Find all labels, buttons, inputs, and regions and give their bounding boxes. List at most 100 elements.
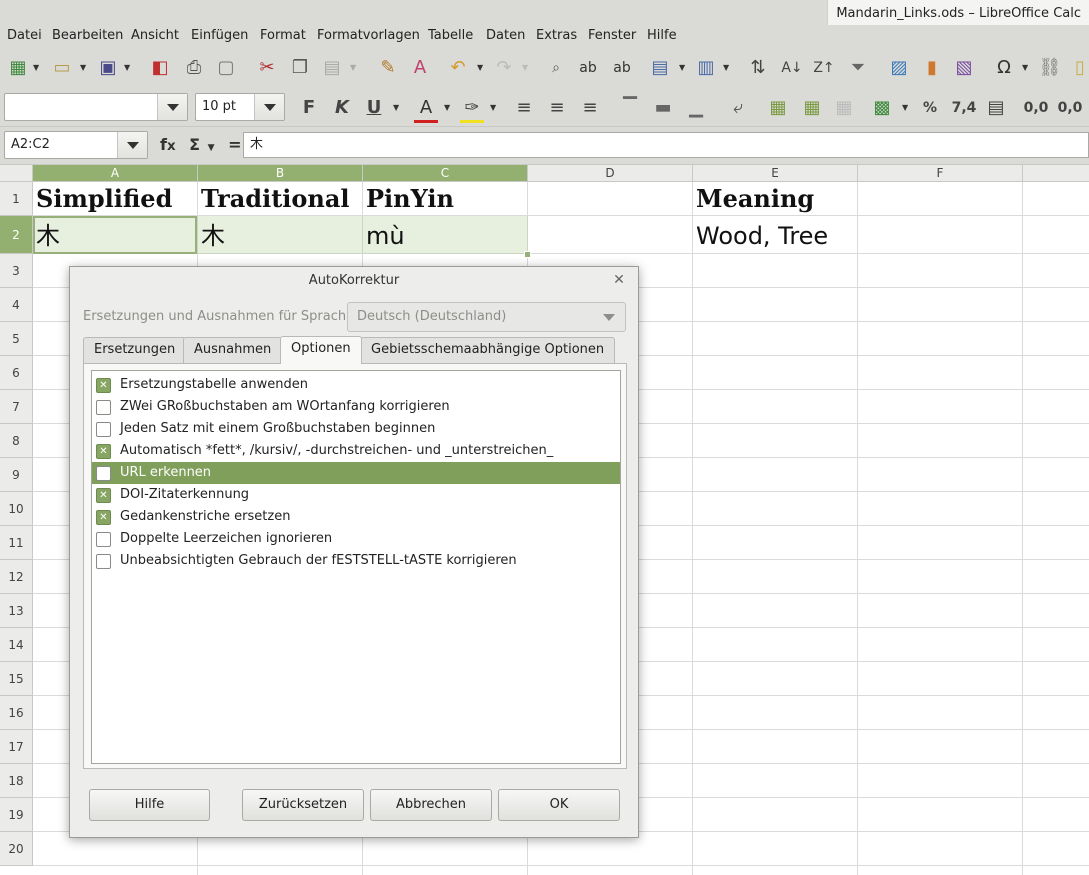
- export-pdf-icon[interactable]: ◧: [148, 56, 172, 80]
- row-header[interactable]: 15: [0, 662, 33, 696]
- currency-format-icon[interactable]: ▩: [870, 96, 894, 120]
- undo-icon[interactable]: ↶: [446, 56, 470, 80]
- checkbox-unchecked[interactable]: [96, 466, 111, 481]
- bold-icon[interactable]: F: [297, 96, 321, 120]
- checkbox-checked[interactable]: [96, 375, 111, 397]
- column-header-d[interactable]: D: [528, 165, 693, 182]
- delete-decimal-icon[interactable]: 0,0: [1056, 96, 1084, 120]
- menu-datei[interactable]: Datei: [7, 25, 42, 47]
- align-right-icon[interactable]: ≡: [578, 96, 602, 120]
- row-header[interactable]: 11: [0, 526, 33, 560]
- menu-bearbeiten[interactable]: Bearbeiten: [52, 25, 123, 47]
- row-header[interactable]: 13: [0, 594, 33, 628]
- ok-button[interactable]: OK: [498, 789, 620, 821]
- row-header[interactable]: 7: [0, 390, 33, 424]
- special-character-dropdown-arrow-icon[interactable]: ▼: [1022, 56, 1028, 80]
- option-item[interactable]: Gedankenstriche ersetzen: [92, 506, 620, 529]
- tab-ausnahmen[interactable]: Ausnahmen: [183, 337, 283, 363]
- tab-optionen[interactable]: Optionen: [280, 336, 362, 364]
- menu-format[interactable]: Format: [260, 25, 306, 47]
- menu-daten[interactable]: Daten: [486, 25, 525, 47]
- row-header[interactable]: 19: [0, 798, 33, 832]
- column-header-b[interactable]: B: [198, 165, 363, 182]
- row-header[interactable]: 1: [0, 182, 33, 216]
- hyperlink-icon[interactable]: ⛓: [1038, 56, 1062, 80]
- column-header-a[interactable]: A: [33, 165, 198, 182]
- font-name-combo[interactable]: [4, 93, 188, 121]
- merge-cells-icon[interactable]: ▦: [800, 96, 824, 120]
- row-header[interactable]: 12: [0, 560, 33, 594]
- options-list[interactable]: Ersetzungstabelle anwenden ZWei GRoßbuch…: [91, 370, 621, 764]
- checkbox-unchecked[interactable]: [96, 554, 111, 569]
- row-header[interactable]: 5: [0, 322, 33, 356]
- menu-hilfe[interactable]: Hilfe: [647, 25, 677, 47]
- menu-extras[interactable]: Extras: [536, 25, 577, 47]
- tab-ersetzungen[interactable]: Ersetzungen: [83, 337, 187, 363]
- sum-icon[interactable]: Σ: [189, 135, 200, 154]
- function-wizard-icon[interactable]: fx: [160, 135, 176, 154]
- wrap-text-icon[interactable]: ⤶: [726, 96, 750, 120]
- font-color-dropdown-arrow-icon[interactable]: ▼: [444, 96, 450, 120]
- clear-formatting-icon[interactable]: A: [408, 56, 432, 80]
- checkbox-checked[interactable]: [96, 507, 111, 529]
- name-box[interactable]: A2:C2: [4, 131, 148, 159]
- row-header[interactable]: 10: [0, 492, 33, 526]
- fill-handle[interactable]: [524, 251, 531, 258]
- option-item[interactable]: Ersetzungstabelle anwenden: [92, 374, 620, 397]
- column-dropdown-arrow-icon[interactable]: ▼: [723, 56, 729, 80]
- row-header[interactable]: 6: [0, 356, 33, 390]
- row-icon[interactable]: ▤: [648, 56, 672, 80]
- undo-dropdown-arrow-icon[interactable]: ▼: [477, 56, 483, 80]
- formula-equals-icon[interactable]: =: [228, 135, 241, 154]
- close-icon[interactable]: ✕: [610, 271, 628, 289]
- spellcheck-icon[interactable]: ab: [576, 56, 600, 80]
- reset-button[interactable]: Zurücksetzen: [242, 789, 364, 821]
- insert-image-icon[interactable]: ▨: [887, 56, 911, 80]
- highlight-dropdown-arrow-icon[interactable]: ▼: [490, 96, 496, 120]
- print-preview-icon[interactable]: ▢: [214, 56, 238, 80]
- cell-b2[interactable]: 木: [201, 217, 225, 255]
- row-header[interactable]: 18: [0, 764, 33, 798]
- option-item[interactable]: Unbeabsichtigten Gebrauch der fESTSTELL-…: [92, 550, 620, 572]
- checkbox-checked[interactable]: [96, 485, 111, 507]
- help-button[interactable]: Hilfe: [89, 789, 210, 821]
- cell-c2[interactable]: mù: [366, 217, 405, 255]
- column-header-e[interactable]: E: [693, 165, 858, 182]
- font-size-combo[interactable]: 10 pt: [195, 93, 285, 121]
- merge-center-icon[interactable]: ▦: [766, 96, 790, 120]
- new-dropdown-arrow-icon[interactable]: ▼: [33, 56, 39, 80]
- find-replace-icon[interactable]: ⌕: [544, 56, 568, 80]
- cell-b1[interactable]: Traditional: [201, 181, 350, 217]
- align-bottom-icon[interactable]: ▁: [684, 96, 708, 120]
- center-vertically-icon[interactable]: ▬: [651, 96, 675, 120]
- row-header[interactable]: 9: [0, 458, 33, 492]
- column-header-c[interactable]: C: [363, 165, 528, 182]
- sort-descending-icon[interactable]: Z↑: [812, 56, 836, 80]
- option-item[interactable]: ZWei GRoßbuchstaben am WOrtanfang korrig…: [92, 396, 620, 418]
- row-header[interactable]: 2: [0, 216, 33, 254]
- cut-icon[interactable]: ✂: [255, 56, 279, 80]
- menu-einfuegen[interactable]: Einfügen: [191, 25, 248, 47]
- autospellcheck-icon[interactable]: ab: [610, 56, 634, 80]
- open-folder-icon[interactable]: ▭: [50, 56, 74, 80]
- option-item[interactable]: Jeden Satz mit einem Großbuchstaben begi…: [92, 418, 620, 440]
- add-decimal-icon[interactable]: 0,0: [1022, 96, 1050, 120]
- highlight-color-icon[interactable]: ✑: [460, 96, 484, 123]
- row-header[interactable]: 17: [0, 730, 33, 764]
- align-top-icon[interactable]: ▔: [618, 96, 642, 120]
- open-dropdown-arrow-icon[interactable]: ▼: [80, 56, 86, 80]
- underline-icon[interactable]: U: [362, 96, 386, 120]
- date-format-icon[interactable]: ▤: [984, 96, 1008, 120]
- font-name-dropdown-icon[interactable]: [157, 94, 187, 120]
- new-spreadsheet-icon[interactable]: ▦: [6, 56, 30, 80]
- option-item-selected[interactable]: URL erkennen: [92, 462, 620, 484]
- cancel-button[interactable]: Abbrechen: [370, 789, 492, 821]
- option-item[interactable]: DOI-Zitaterkennung: [92, 484, 620, 507]
- special-character-icon[interactable]: Ω: [992, 56, 1016, 80]
- font-color-icon[interactable]: A: [414, 96, 438, 123]
- sort-ascending-icon[interactable]: A↓: [780, 56, 804, 80]
- row-header[interactable]: 3: [0, 254, 33, 288]
- comment-icon[interactable]: ▯: [1068, 56, 1089, 80]
- cell-a2[interactable]: 木: [36, 217, 60, 255]
- save-dropdown-arrow-icon[interactable]: ▼: [124, 56, 130, 80]
